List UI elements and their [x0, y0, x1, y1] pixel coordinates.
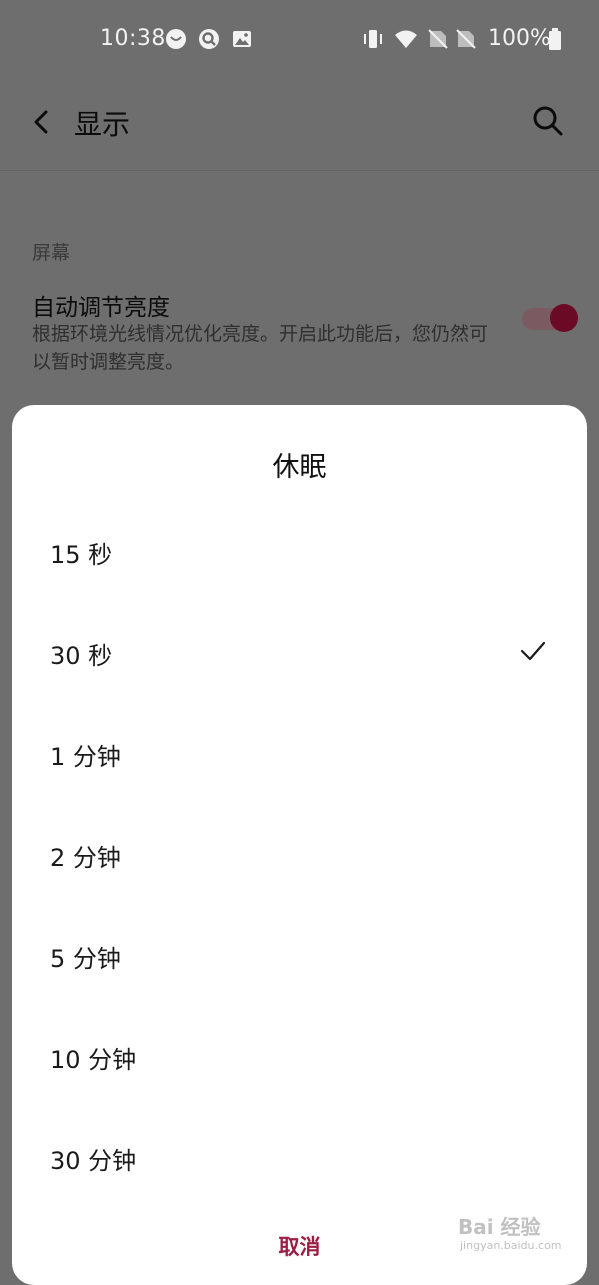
app-bar: 显示: [0, 78, 599, 171]
toggle-thumb: [550, 304, 578, 332]
app-notification-icon: [198, 28, 220, 50]
setting-description: 根据环境光线情况优化亮度。开启此功能后，您仍然可以暂时调整亮度。: [32, 323, 489, 373]
battery-icon: [548, 28, 562, 50]
search-icon: [533, 106, 563, 136]
status-time: 10:38: [100, 26, 166, 51]
battery-percent: 100%: [488, 26, 551, 51]
option-label: 2 分钟: [50, 844, 121, 872]
image-notification-icon: [231, 28, 253, 50]
no-sim-icon: [427, 28, 449, 50]
option-30-minutes[interactable]: 30 分钟: [12, 1108, 587, 1209]
dialog-title: 休眠: [272, 452, 327, 483]
checkmark-icon: [520, 640, 546, 662]
option-label: 10 分钟: [50, 1046, 137, 1074]
auto-brightness-setting[interactable]: 自动调节亮度 根据环境光线情况优化亮度。开启此功能后，您仍然可以暂时调整亮度。: [0, 282, 599, 387]
watermark-url: jingyan.baidu.com: [460, 1239, 562, 1252]
option-5-minutes[interactable]: 5 分钟: [12, 906, 587, 1007]
option-15-seconds[interactable]: 15 秒: [12, 502, 587, 603]
option-label: 5 分钟: [50, 945, 121, 973]
no-sim-icon: [455, 28, 477, 50]
page-title: 显示: [74, 108, 131, 141]
search-button[interactable]: [531, 104, 565, 138]
option-label: 30 秒: [50, 642, 113, 670]
section-title-screen: 屏幕: [32, 242, 71, 264]
setting-title: 自动调节亮度: [32, 295, 170, 321]
wifi-icon: [394, 28, 417, 50]
option-10-minutes[interactable]: 10 分钟: [12, 1007, 587, 1108]
back-arrow-icon: [34, 110, 48, 134]
sleep-dialog: 休眠 15 秒 30 秒 1 分钟 2 分钟 5 分钟 10 分钟 30 分钟 …: [12, 405, 587, 1285]
vibrate-icon: [362, 28, 384, 50]
option-2-minutes[interactable]: 2 分钟: [12, 805, 587, 906]
option-30-seconds[interactable]: 30 秒: [12, 603, 587, 704]
back-button[interactable]: [26, 106, 58, 138]
auto-brightness-toggle[interactable]: [522, 304, 580, 332]
notification-icon: [165, 28, 187, 50]
option-label: 15 秒: [50, 541, 113, 569]
watermark-logo: Bai 经验: [458, 1215, 541, 1239]
option-label: 1 分钟: [50, 743, 121, 771]
status-bar: 10:38 100%: [0, 0, 599, 78]
option-1-minute[interactable]: 1 分钟: [12, 704, 587, 805]
watermark: Bai 经验 jingyan.baidu.com: [458, 1203, 578, 1263]
option-label: 30 分钟: [50, 1147, 137, 1175]
